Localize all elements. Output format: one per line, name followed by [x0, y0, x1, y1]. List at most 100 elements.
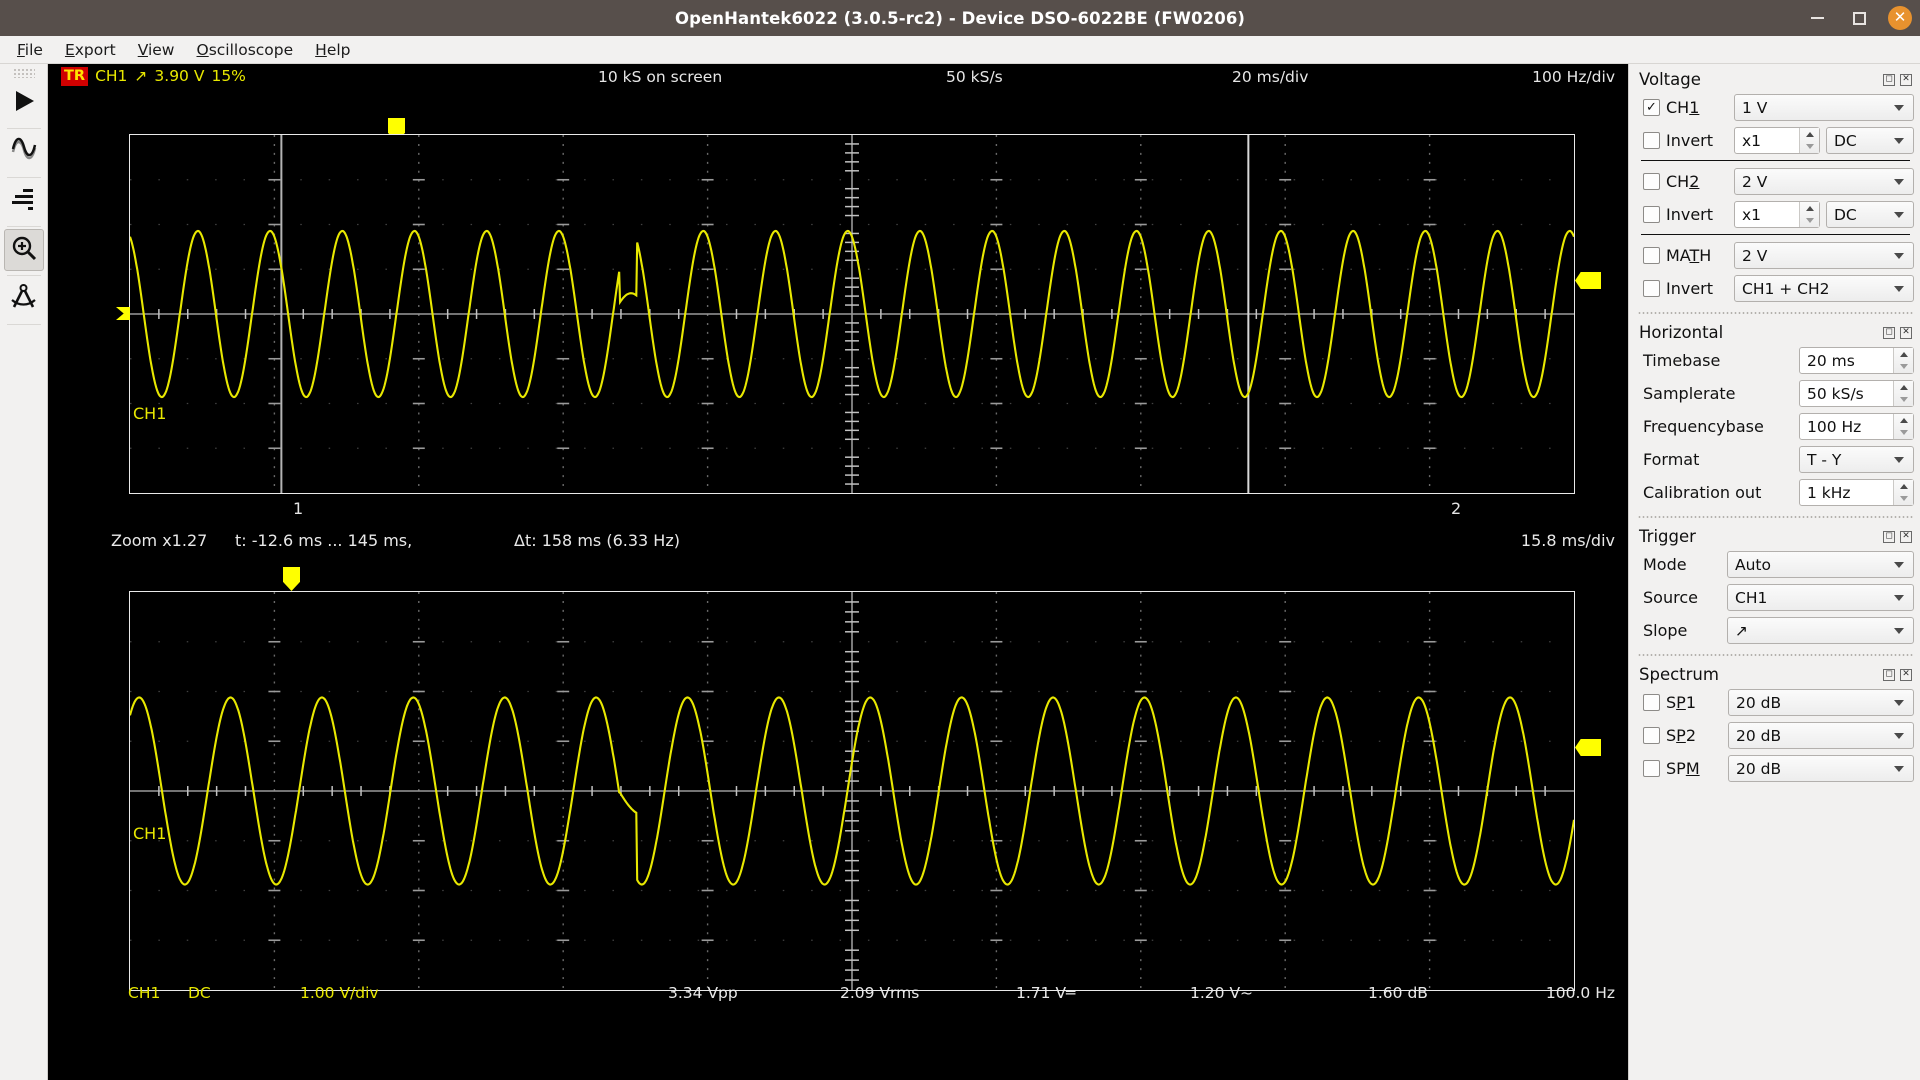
- minimize-button[interactable]: [1804, 5, 1830, 31]
- samplerate-down-icon[interactable]: [1894, 394, 1913, 407]
- ch2-invert-label: Invert: [1666, 205, 1714, 224]
- frequencybase-readout: 100 Hz/div: [1532, 68, 1615, 86]
- math-invert-checkbox[interactable]: [1643, 280, 1660, 297]
- start-stop-button[interactable]: [4, 82, 44, 124]
- measure-button[interactable]: [4, 278, 44, 320]
- sp1-gain-combo[interactable]: 20 dB: [1728, 689, 1914, 716]
- menu-oscilloscope[interactable]: Oscilloscope: [186, 38, 305, 62]
- frequencybase-down-icon[interactable]: [1894, 427, 1913, 440]
- zoom-trigger-level-marker[interactable]: [1575, 739, 1601, 756]
- voltage-dock-title: Voltage: [1639, 70, 1701, 89]
- ch1-probe-spin-buttons[interactable]: [1799, 128, 1819, 153]
- ch2-probe-spinbox[interactable]: x1: [1734, 201, 1820, 228]
- ch1-offset-marker[interactable]: [116, 307, 130, 320]
- trigger-close-icon[interactable]: ✕: [1900, 530, 1912, 543]
- trigger-dock-grip[interactable]: [1637, 512, 1914, 521]
- spectrum-dock-grip[interactable]: [1637, 650, 1914, 659]
- sp2-gain-combo[interactable]: 20 dB: [1728, 722, 1914, 749]
- calibration-out-down-icon[interactable]: [1894, 493, 1913, 506]
- trigger-mode-value: Auto: [1735, 555, 1771, 574]
- chevron-down-icon: [1894, 211, 1904, 218]
- horizontal-undock-icon[interactable]: ◻: [1883, 326, 1895, 339]
- math-mode-value: CH1 + CH2: [1742, 279, 1830, 298]
- meas-vpp: 3.34 Vpp: [668, 984, 738, 1002]
- toolbar-divider: [6, 324, 41, 325]
- frequencybase-spinbox[interactable]: 100 Hz: [1799, 413, 1914, 440]
- trigger-dock-title: Trigger: [1639, 527, 1696, 546]
- ch2-coupling-combo[interactable]: DC: [1826, 201, 1914, 228]
- spm-gain-combo[interactable]: 20 dB: [1728, 755, 1914, 782]
- ch1-checkbox[interactable]: ✓: [1643, 99, 1660, 116]
- math-gain-combo[interactable]: 2 V: [1734, 242, 1914, 269]
- math-mode-combo[interactable]: CH1 + CH2: [1734, 275, 1914, 302]
- frequencybase-spin-buttons[interactable]: [1893, 414, 1913, 439]
- horizontal-close-icon[interactable]: ✕: [1900, 326, 1912, 339]
- ch2-invert-checkbox[interactable]: [1643, 206, 1660, 223]
- phosphor-button[interactable]: [4, 180, 44, 222]
- samplerate-up-icon[interactable]: [1894, 381, 1913, 394]
- spm-checkbox[interactable]: [1643, 760, 1660, 777]
- timebase-up-icon[interactable]: [1894, 348, 1913, 361]
- close-button[interactable]: ✕: [1888, 6, 1912, 30]
- main-plot[interactable]: [129, 134, 1575, 494]
- frequencybase-up-icon[interactable]: [1894, 414, 1913, 427]
- ch1-probe-up-icon[interactable]: [1800, 128, 1819, 141]
- ch2-probe-value: x1: [1742, 205, 1762, 224]
- spectrum-close-icon[interactable]: ✕: [1900, 668, 1912, 681]
- ch1-coupling-combo[interactable]: DC: [1826, 127, 1914, 154]
- trigger-level-marker[interactable]: [1575, 272, 1601, 289]
- trigger-undock-icon[interactable]: ◻: [1883, 530, 1895, 543]
- toolbar-drag-handle[interactable]: [12, 68, 35, 78]
- sp2-label: SP2: [1666, 726, 1696, 745]
- sp2-checkbox[interactable]: [1643, 727, 1660, 744]
- samplerate-spinbox[interactable]: 50 kS/s: [1799, 380, 1914, 407]
- menu-help[interactable]: Help: [304, 38, 361, 62]
- spectrum-spm-row: SPM 20 dB: [1637, 755, 1914, 782]
- menu-export[interactable]: Export: [54, 38, 127, 62]
- sampling-button[interactable]: [4, 131, 44, 173]
- format-value: T - Y: [1807, 450, 1842, 469]
- menu-file[interactable]: File: [6, 38, 54, 62]
- calibration-out-spin-buttons[interactable]: [1893, 480, 1913, 505]
- timebase-down-icon[interactable]: [1894, 361, 1913, 374]
- zoom-button[interactable]: [3, 229, 44, 271]
- trigger-mode-combo[interactable]: Auto: [1727, 551, 1914, 578]
- trigger-source-combo[interactable]: CH1: [1727, 584, 1914, 611]
- maximize-button[interactable]: [1846, 5, 1872, 31]
- math-checkbox[interactable]: [1643, 247, 1660, 264]
- trigger-slope-combo[interactable]: ↗: [1727, 617, 1914, 644]
- left-toolbar: [0, 64, 48, 1080]
- menu-view[interactable]: View: [127, 38, 186, 62]
- scope-canvas[interactable]: TR CH1 ↗ 3.90 V 15% 10 kS on screen 50 k…: [48, 64, 1628, 1080]
- calibration-out-spinbox[interactable]: 1 kHz: [1799, 479, 1914, 506]
- sp1-checkbox[interactable]: [1643, 694, 1660, 711]
- spectrum-undock-icon[interactable]: ◻: [1883, 668, 1895, 681]
- ch1-invert-checkbox[interactable]: [1643, 132, 1660, 149]
- zoom-plot[interactable]: [129, 591, 1575, 991]
- ch2-probe-down-icon[interactable]: [1800, 215, 1819, 228]
- timebase-spin-buttons[interactable]: [1893, 348, 1913, 373]
- ch1-probe-down-icon[interactable]: [1800, 141, 1819, 154]
- main-plot-area[interactable]: CH1 1 2: [61, 94, 1615, 529]
- ch1-probe-spinbox[interactable]: x1: [1734, 127, 1820, 154]
- voltage-close-icon[interactable]: ✕: [1900, 73, 1912, 86]
- voltage-undock-icon[interactable]: ◻: [1883, 73, 1895, 86]
- ch1-gain-combo[interactable]: 1 V: [1734, 94, 1914, 121]
- timebase-spinbox[interactable]: 20 ms: [1799, 347, 1914, 374]
- samplerate-spin-buttons[interactable]: [1893, 381, 1913, 406]
- horizontal-dock-grip[interactable]: [1637, 308, 1914, 317]
- format-combo[interactable]: T - Y: [1799, 446, 1914, 473]
- voltage-ch2-row: CH2 2 V: [1637, 168, 1914, 195]
- zoom-trigger-position-marker[interactable]: [283, 567, 300, 591]
- chevron-down-icon: [1894, 285, 1904, 292]
- ch2-gain-combo[interactable]: 2 V: [1734, 168, 1914, 195]
- calibration-out-label: Calibration out: [1643, 483, 1762, 502]
- format-row: Format T - Y: [1637, 446, 1914, 473]
- ch2-probe-spin-buttons[interactable]: [1799, 202, 1819, 227]
- trigger-position: 15%: [211, 67, 246, 86]
- measurement-row: CH1 DC 1.00 V/div 3.34 Vpp 2.09 Vrms 1.7…: [48, 979, 1628, 1013]
- calibration-out-up-icon[interactable]: [1894, 480, 1913, 493]
- ch2-checkbox[interactable]: [1643, 173, 1660, 190]
- zoom-plot-area[interactable]: CH1: [61, 559, 1615, 991]
- ch2-probe-up-icon[interactable]: [1800, 202, 1819, 215]
